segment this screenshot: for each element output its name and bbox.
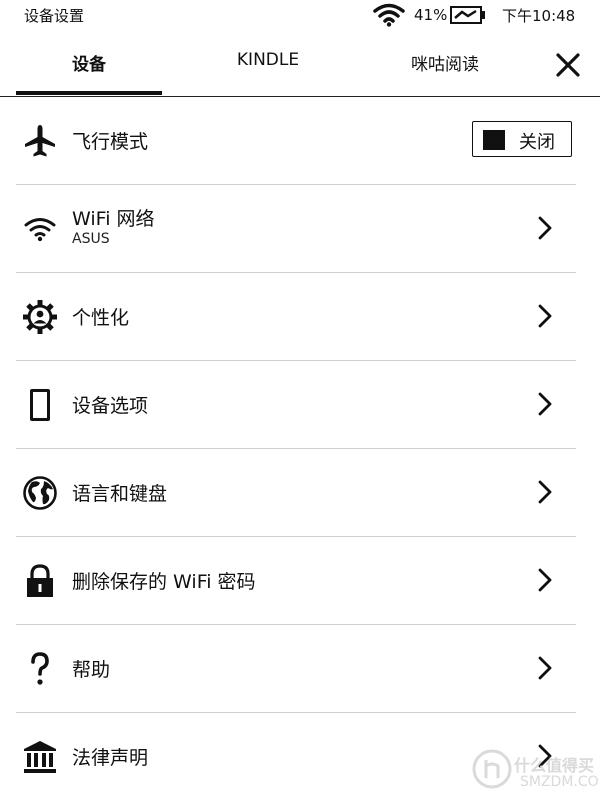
- airplane-mode-toggle[interactable]: 关闭: [472, 121, 572, 157]
- list-item-language-keyboard[interactable]: 语言和键盘: [16, 449, 576, 537]
- help-icon: [31, 652, 49, 685]
- row-label: 设备选项: [72, 395, 149, 417]
- chevron-right-icon: [538, 568, 552, 592]
- wifi-status-icon: [373, 3, 405, 27]
- watermark: 什么值得买 SMZDM.COM: [472, 742, 600, 798]
- lock-icon: [27, 564, 53, 597]
- active-tab-indicator: [16, 91, 162, 95]
- wifi-icon: [24, 218, 56, 242]
- battery-charging-icon: [450, 6, 485, 24]
- tab-kindle[interactable]: KINDLE: [188, 50, 348, 70]
- list-item-airplane-mode: 飞行模式 关闭: [16, 97, 576, 185]
- toggle-indicator: [483, 130, 505, 150]
- battery-percent: 41%: [414, 6, 448, 24]
- close-icon[interactable]: [553, 50, 583, 80]
- tab-bar: 设备 KINDLE 咪咕阅读: [0, 30, 600, 97]
- row-label: 飞行模式: [72, 131, 149, 153]
- watermark-subtext: SMZDM.COM: [520, 774, 600, 790]
- chevron-right-icon: [538, 304, 552, 328]
- watermark-logo: [472, 749, 512, 789]
- settings-list: 飞行模式 关闭 WiFi 网络 ASUS 个性化 设备选项 语言和键盘 删除保存…: [16, 97, 576, 800]
- airplane-icon: [25, 125, 55, 157]
- list-item-delete-wifi-passwords[interactable]: 删除保存的 WiFi 密码: [16, 537, 576, 625]
- bank-icon: [24, 741, 56, 773]
- row-label: 帮助: [72, 659, 111, 681]
- globe-icon: [23, 476, 57, 510]
- list-item-personalization[interactable]: 个性化: [16, 273, 576, 361]
- row-label: 语言和键盘: [72, 483, 168, 505]
- list-item-device-options[interactable]: 设备选项: [16, 361, 576, 449]
- tab-migu-reading[interactable]: 咪咕阅读: [370, 50, 520, 75]
- row-label: 删除保存的 WiFi 密码: [72, 571, 256, 593]
- row-label: 法律声明: [72, 747, 149, 769]
- chevron-right-icon: [538, 216, 552, 240]
- connected-network-name: ASUS: [72, 231, 110, 247]
- status-bar: 设备设置 41% 下午10:48: [0, 0, 600, 30]
- row-label: WiFi 网络: [72, 208, 155, 230]
- clock: 下午10:48: [502, 7, 576, 25]
- gear-person-icon: [23, 300, 57, 334]
- list-item-help[interactable]: 帮助: [16, 625, 576, 713]
- row-label: 个性化: [72, 307, 130, 329]
- watermark-text: 什么值得买: [514, 756, 595, 775]
- status-title: 设备设置: [24, 7, 85, 25]
- chevron-right-icon: [538, 480, 552, 504]
- toggle-label: 关闭: [519, 132, 555, 153]
- chevron-right-icon: [538, 656, 552, 680]
- tab-device[interactable]: 设备: [16, 50, 162, 75]
- list-item-wifi-network[interactable]: WiFi 网络 ASUS: [16, 185, 576, 273]
- chevron-right-icon: [538, 392, 552, 416]
- device-icon: [30, 389, 50, 421]
